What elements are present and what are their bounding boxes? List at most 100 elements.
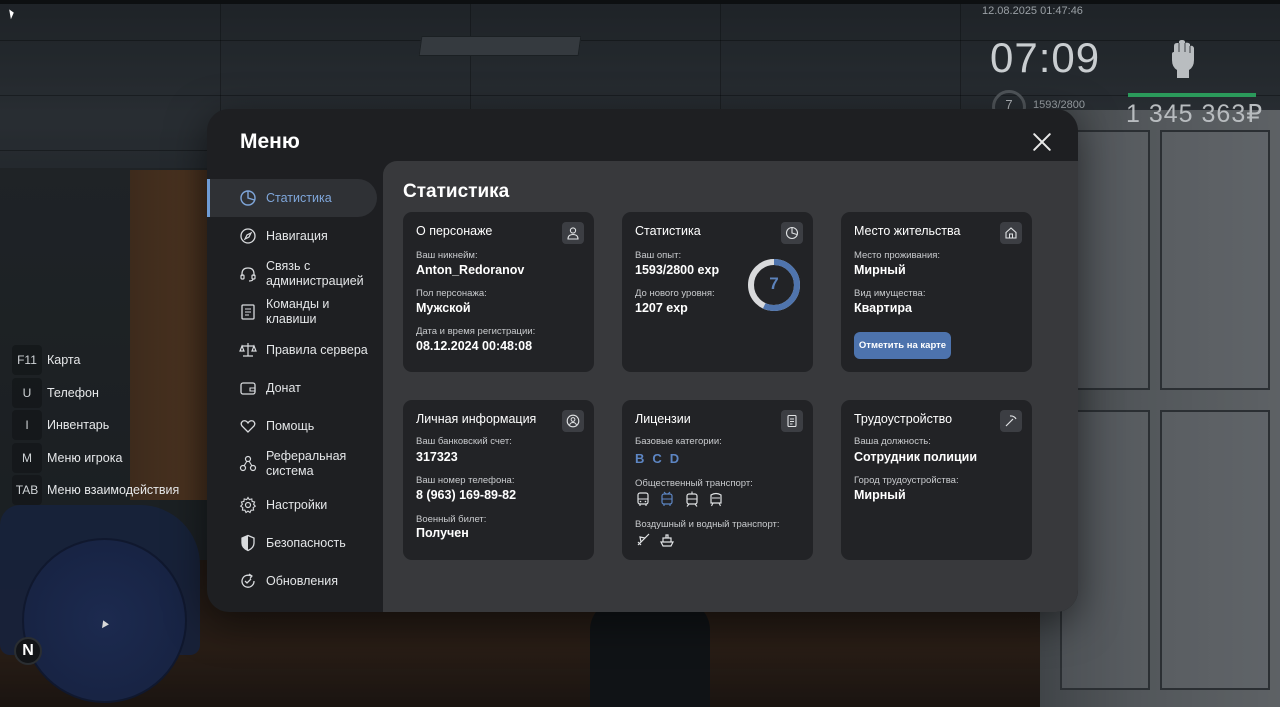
scales-icon <box>239 343 257 357</box>
sidebar-item-label: Безопасность <box>266 536 346 550</box>
sidebar-item-label: Навигация <box>266 229 328 243</box>
ship-icon <box>660 534 674 547</box>
user-icon <box>562 222 584 244</box>
gender-value: Мужской <box>416 301 471 315</box>
sidebar-item-security[interactable]: Безопасность <box>207 524 377 562</box>
hotkey-label: Телефон <box>47 386 99 400</box>
menu-title: Меню <box>240 130 300 153</box>
card-title: Место жительства <box>854 224 961 238</box>
hud-clock: 07:09 <box>990 34 1101 81</box>
next-level-value: 1207 exp <box>635 301 688 315</box>
sidebar-item-help[interactable]: Помощь <box>207 407 377 445</box>
work-city-value: Мирный <box>854 488 906 502</box>
tram-icon <box>686 491 698 507</box>
card-title: Трудоустройство <box>854 412 953 426</box>
military-value: Получен <box>416 526 469 540</box>
refresh-check-icon <box>241 573 255 588</box>
sidebar-item-rules[interactable]: Правила сервера <box>207 331 377 369</box>
pickaxe-icon <box>1000 410 1022 432</box>
card-title: Статистика <box>635 224 701 238</box>
card-residence: Место жительства Место проживания: Мирны… <box>841 212 1032 372</box>
close-button[interactable] <box>1029 129 1055 155</box>
sidebar-item-admin-contact[interactable]: Связь с администрацией <box>207 255 377 293</box>
content-panel: Статистика О персонаже Ваш никнейм: Anto… <box>383 161 1078 612</box>
fist-icon <box>1172 40 1194 78</box>
menu-window: Меню Статистика Навигация Связь с админи… <box>207 109 1078 612</box>
referral-icon <box>239 455 257 472</box>
exp-label: Ваш опыт: <box>635 250 682 261</box>
residence-place-value: Мирный <box>854 263 906 277</box>
sidebar-item-settings[interactable]: Настройки <box>207 486 377 524</box>
hotkey-key: U <box>12 378 42 408</box>
position-label: Ваша должность: <box>854 436 931 447</box>
hotkey-key: F11 <box>12 345 42 375</box>
hotkey-phone[interactable]: U Телефон <box>12 378 212 408</box>
public-transport-label: Общественный транспорт: <box>635 478 753 489</box>
gender-label: Пол персонажа: <box>416 288 487 299</box>
user-circle-icon <box>562 410 584 432</box>
basic-categories-label: Базовые категории: <box>635 436 722 447</box>
sidebar-item-referral[interactable]: Реферальная система <box>207 445 377 483</box>
property-value: Квартира <box>854 301 912 315</box>
level-number: 7 <box>769 274 779 293</box>
card-character: О персонаже Ваш никнейм: Anton_Redoranov… <box>403 212 594 372</box>
sidebar-item-label: Настройки <box>266 498 328 512</box>
content-title: Статистика <box>403 181 510 202</box>
category-b: B <box>635 451 646 466</box>
nickname-label: Ваш никнейм: <box>416 250 478 261</box>
hotkey-player-menu[interactable]: M Меню игрока <box>12 443 212 473</box>
gear-icon <box>239 496 257 514</box>
card-title: Личная информация <box>416 412 537 426</box>
position-value: Сотрудник полиции <box>854 450 978 464</box>
hotkey-label: Инвентарь <box>47 418 110 432</box>
sidebar-item-updates[interactable]: Обновления <box>207 562 377 600</box>
property-label: Вид имущества: <box>854 288 926 299</box>
card-title: О персонаже <box>416 224 493 238</box>
trolleybus-icon <box>661 491 673 506</box>
card-stats: Статистика Ваш опыт: 1593/2800 exp До но… <box>622 212 813 372</box>
card-personal-info: Личная информация Ваш банковский счет: 3… <box>403 400 594 560</box>
military-label: Военный билет: <box>416 514 487 525</box>
headset-icon <box>240 267 256 282</box>
registration-label: Дата и время регистрации: <box>416 326 536 337</box>
sidebar-item-label: Реферальная система <box>266 449 347 478</box>
pie-chart-icon <box>781 222 803 244</box>
metro-train-icon <box>710 492 722 507</box>
residence-place-label: Место проживания: <box>854 250 941 261</box>
nickname-value: Anton_Redoranov <box>416 263 525 277</box>
hotkey-inventory[interactable]: I Инвентарь <box>12 410 212 440</box>
hotkey-map[interactable]: F11 Карта <box>12 345 212 375</box>
work-city-label: Город трудоустройства: <box>854 475 959 486</box>
category-d: D <box>669 451 681 466</box>
pie-chart-icon <box>240 190 256 206</box>
hud-money: 1 345 363₽ <box>1126 100 1264 128</box>
sidebar-item-label: Помощь <box>266 419 315 433</box>
airplane-icon <box>637 533 650 546</box>
sidebar-item-statistics[interactable]: Статистика <box>207 179 377 217</box>
hotkey-interaction-menu[interactable]: TAB Меню взаимодействия <box>12 475 212 505</box>
exp-value: 1593/2800 exp <box>635 263 720 277</box>
compass-north: N <box>14 637 42 665</box>
sidebar-item-navigation[interactable]: Навигация <box>207 217 377 255</box>
sidebar-item-label: Связь с администрацией <box>266 259 364 288</box>
sidebar-item-label: Статистика <box>266 191 332 205</box>
registration-value: 08.12.2024 00:48:08 <box>416 339 533 353</box>
license-categories: BCD <box>635 451 687 466</box>
hotkey-key: I <box>12 410 42 440</box>
bus-icon <box>637 492 649 506</box>
shield-icon <box>241 534 255 552</box>
air-water-transport-label: Воздушный и водный транспорт: <box>635 519 780 530</box>
sidebar-item-commands[interactable]: Команды и клавиши <box>207 293 377 331</box>
bank-label: Ваш банковский счет: <box>416 436 512 447</box>
card-licenses: Лицензии Базовые категории: BCD Обществе… <box>622 400 813 560</box>
hud-datetime: 12.08.2025 01:47:46 <box>982 5 1083 17</box>
document-icon <box>241 304 255 320</box>
sidebar-item-label: Команды и клавиши <box>266 297 330 326</box>
bank-value: 317323 <box>416 450 458 464</box>
mark-on-map-button[interactable]: Отметить на карте <box>854 332 951 359</box>
wallet-icon <box>240 382 256 395</box>
card-title: Лицензии <box>635 412 691 426</box>
hud-health-bar <box>1128 93 1256 97</box>
license-doc-icon <box>781 410 803 432</box>
sidebar-item-donate[interactable]: Донат <box>207 369 377 407</box>
